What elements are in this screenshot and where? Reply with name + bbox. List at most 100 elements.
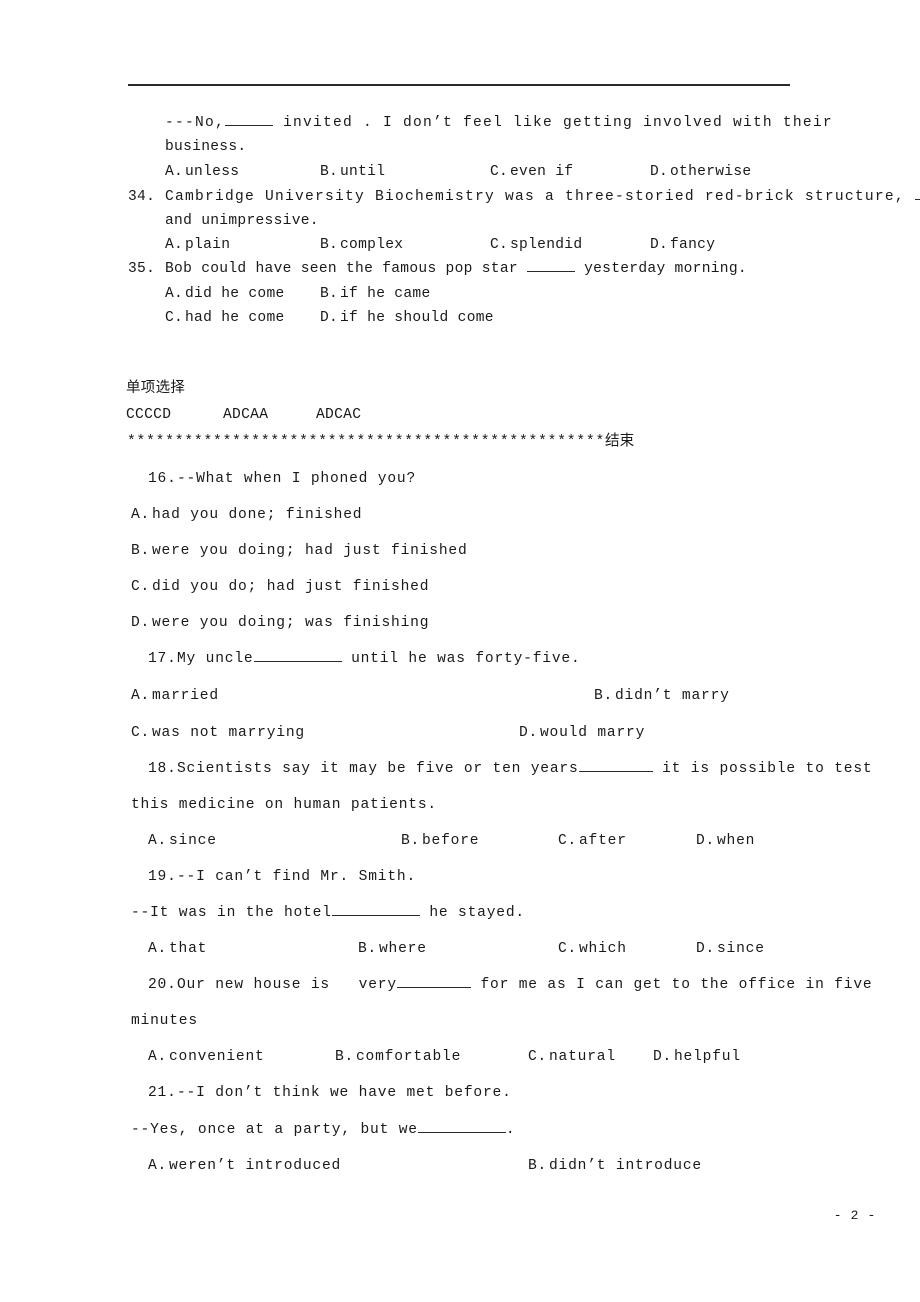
question-35-stem: Bob could have seen the famous pop star … <box>165 262 747 277</box>
question-20-option-b-letter: B. <box>335 1049 355 1065</box>
question-18-stem-line1: Scientists say it may be five or ten yea… <box>177 762 872 777</box>
question-34-option-a-letter: A. <box>165 237 184 253</box>
question-16-option-d[interactable]: were you doing; was finishing <box>152 616 429 631</box>
q21-reply-before: --Yes, once at a party, but we <box>131 1122 418 1138</box>
answer-blank[interactable] <box>914 199 920 200</box>
q34-stem-text: Cambridge University Biochemistry was a … <box>165 189 905 205</box>
question-34-option-b[interactable]: complex <box>340 238 403 253</box>
question-33-option-a[interactable]: unless <box>185 165 239 180</box>
question-35-option-d-letter: D. <box>320 310 339 326</box>
question-21-reply: --Yes, once at a party, but we. <box>131 1123 515 1138</box>
question-20-number: 20. <box>148 977 177 993</box>
question-18-option-a[interactable]: since <box>169 834 217 849</box>
question-19-option-c-letter: C. <box>558 941 578 957</box>
question-35-option-b[interactable]: if he came <box>340 287 431 302</box>
question-21-option-b[interactable]: didn’t introduce <box>549 1159 702 1174</box>
question-19-option-b-letter: B. <box>358 941 378 957</box>
question-20-option-d[interactable]: helpful <box>674 1050 741 1065</box>
question-19-option-d[interactable]: since <box>717 942 765 957</box>
answer-blank[interactable] <box>253 661 342 662</box>
question-19-option-d-letter: D. <box>696 941 716 957</box>
answer-blank[interactable] <box>527 271 575 272</box>
question-33-option-c[interactable]: even if <box>510 165 573 180</box>
question-20-stem-line2: minutes <box>131 1013 198 1029</box>
question-20-stem-line1: Our new house is very for me as I can ge… <box>177 978 872 993</box>
q20-stem-before: Our new house is very <box>177 977 397 993</box>
question-19-option-c[interactable]: which <box>579 942 627 957</box>
question-18-option-b-letter: B. <box>401 833 421 849</box>
answer-key-group-3: ADCAC <box>316 407 362 423</box>
question-35-option-c-letter: C. <box>165 310 184 326</box>
question-21-option-a[interactable]: weren’t introduced <box>169 1159 341 1174</box>
question-17-option-b[interactable]: didn’t marry <box>615 689 730 704</box>
separator-stars: ****************************************… <box>127 434 606 450</box>
question-34-stem-line2: and unimpressive. <box>165 213 319 229</box>
question-34-option-c-letter: C. <box>490 237 509 253</box>
answer-blank[interactable] <box>225 125 273 126</box>
question-18-option-c[interactable]: after <box>579 834 627 849</box>
question-21-option-a-letter: A. <box>148 1158 168 1174</box>
question-19-reply: --It was in the hotel he stayed. <box>131 906 525 921</box>
question-21-stem: --I don’t think we have met before. <box>177 1085 512 1101</box>
question-21-number: 21. <box>148 1085 177 1101</box>
q17-stem-after: until he was forty-five. <box>351 651 581 667</box>
q35-stem-before: Bob could have seen the famous pop star <box>165 261 518 277</box>
question-18-option-a-letter: A. <box>148 833 168 849</box>
question-19-option-b[interactable]: where <box>379 942 427 957</box>
question-20-option-b[interactable]: comfortable <box>356 1050 461 1065</box>
question-35-option-a-letter: A. <box>165 286 184 302</box>
question-35-option-a[interactable]: did he come <box>185 287 285 302</box>
answer-blank[interactable] <box>578 771 653 772</box>
question-16-stem: --What when I phoned you? <box>177 471 417 487</box>
question-20-option-a[interactable]: convenient <box>169 1050 265 1065</box>
question-33-continuation-line2: business. <box>165 139 247 155</box>
question-17-stem: My uncle until he was forty-five. <box>177 652 581 667</box>
answer-key-heading: 单项选择 <box>126 380 186 396</box>
question-16-option-a[interactable]: had you done; finished <box>152 508 362 523</box>
q21-reply-after: . <box>505 1122 516 1138</box>
question-35-option-d[interactable]: if he should come <box>340 311 494 326</box>
question-35-option-c[interactable]: had he come <box>185 311 285 326</box>
answer-key-group-2: ADCAA <box>223 407 269 423</box>
q18-stem-before: Scientists say it may be five or ten yea… <box>177 761 579 777</box>
question-16-option-a-letter: A. <box>131 507 151 523</box>
question-20-option-a-letter: A. <box>148 1049 168 1065</box>
question-19-number: 19. <box>148 869 177 885</box>
answer-blank[interactable] <box>417 1132 506 1133</box>
question-34-option-a[interactable]: plain <box>185 238 230 253</box>
question-34-option-c[interactable]: splendid <box>510 238 582 253</box>
question-34-option-d[interactable]: fancy <box>670 238 715 253</box>
question-20-option-c[interactable]: natural <box>549 1050 616 1065</box>
question-18-option-d[interactable]: when <box>717 834 755 849</box>
question-20-option-d-letter: D. <box>653 1049 673 1065</box>
q33-text-after: invited . I don’t feel like getting invo… <box>283 115 833 131</box>
question-17-option-d-letter: D. <box>519 725 539 741</box>
question-17-option-c[interactable]: was not marrying <box>152 726 305 741</box>
question-35-number: 35. <box>128 261 156 277</box>
question-18-option-b[interactable]: before <box>422 834 479 849</box>
question-19-option-a-letter: A. <box>148 941 168 957</box>
question-16-option-b[interactable]: were you doing; had just finished <box>152 544 468 559</box>
question-33-option-b[interactable]: until <box>340 165 385 180</box>
question-35-option-b-letter: B. <box>320 286 339 302</box>
question-19-option-a[interactable]: that <box>169 942 207 957</box>
question-34-number: 34. <box>128 189 156 205</box>
question-17-number: 17. <box>148 651 177 667</box>
question-33-continuation-line1: ---No, invited . I don’t feel like getti… <box>165 116 833 131</box>
answer-blank[interactable] <box>331 915 420 916</box>
q17-stem-before: My uncle <box>177 651 254 667</box>
answer-blank[interactable] <box>396 987 471 988</box>
question-18-option-c-letter: C. <box>558 833 578 849</box>
question-16-option-c[interactable]: did you do; had just finished <box>152 580 429 595</box>
question-34-stem-line1: Cambridge University Biochemistry was a … <box>165 190 920 205</box>
q33-text-before: ---No, <box>165 115 225 131</box>
question-18-number: 18. <box>148 761 177 777</box>
question-18-option-d-letter: D. <box>696 833 716 849</box>
question-20-option-c-letter: C. <box>528 1049 548 1065</box>
question-17-option-a-letter: A. <box>131 688 151 704</box>
question-17-option-d[interactable]: would marry <box>540 726 645 741</box>
question-16-option-d-letter: D. <box>131 615 151 631</box>
question-33-option-d[interactable]: otherwise <box>670 165 751 180</box>
question-17-option-a[interactable]: married <box>152 689 219 704</box>
question-33-option-d-letter: D. <box>650 164 669 180</box>
